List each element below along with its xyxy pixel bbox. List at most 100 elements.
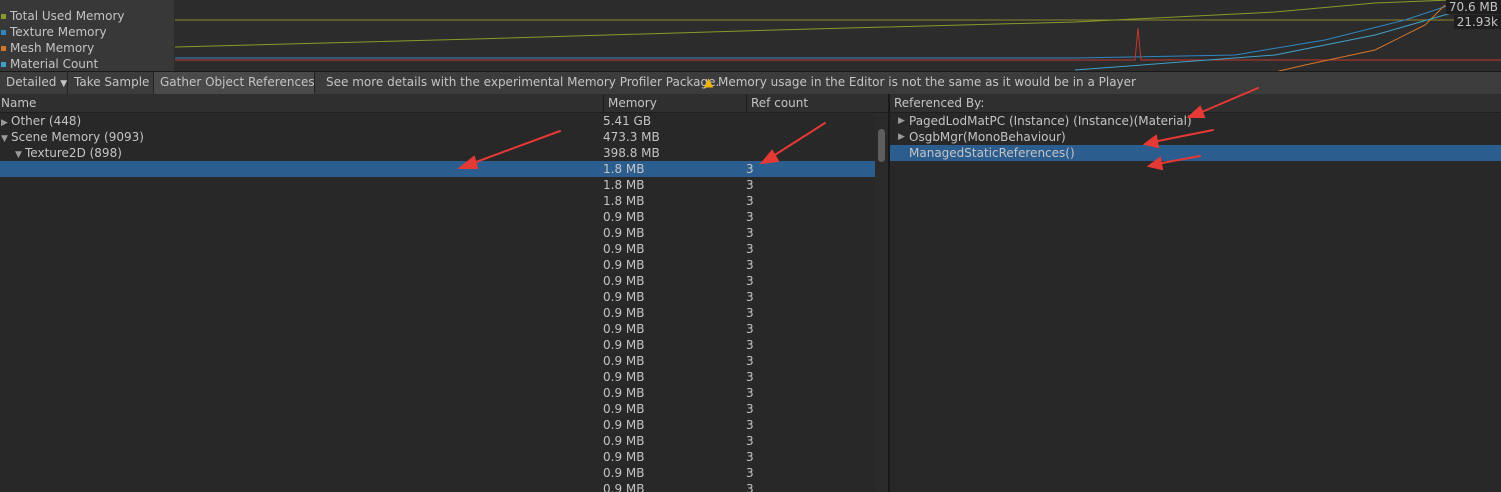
tree-object-row[interactable]: 0.9 MB 3 bbox=[0, 321, 875, 337]
row-refcount-cell: 3 bbox=[746, 466, 754, 480]
row-refcount-cell: 3 bbox=[746, 226, 754, 240]
row-refcount-cell: 3 bbox=[746, 258, 754, 272]
row-memory-cell: 1.8 MB bbox=[603, 194, 645, 208]
row-refcount-cell: 3 bbox=[746, 194, 754, 208]
row-refcount-cell: 3 bbox=[746, 338, 754, 352]
tree-object-row[interactable]: 0.9 MB 3 bbox=[0, 289, 875, 305]
row-memory-cell: 0.9 MB bbox=[603, 434, 645, 448]
row-memory-cell: 5.41 GB bbox=[603, 114, 652, 128]
legend-swatch bbox=[1, 62, 6, 67]
row-refcount-cell: 3 bbox=[746, 402, 754, 416]
tree-object-row[interactable]: 1.8 MB 3 bbox=[0, 161, 875, 177]
column-header-memory[interactable]: Memory bbox=[608, 94, 657, 112]
row-memory-cell: 0.9 MB bbox=[603, 418, 645, 432]
row-memory-cell: 0.9 MB bbox=[603, 306, 645, 320]
column-header-name[interactable]: Name bbox=[1, 94, 36, 112]
row-refcount-cell: 3 bbox=[746, 178, 754, 192]
row-memory-cell: 1.8 MB bbox=[603, 162, 645, 176]
warning-icon: ▲ bbox=[704, 75, 714, 89]
row-refcount-cell: 3 bbox=[746, 482, 754, 492]
row-memory-cell: 0.9 MB bbox=[603, 354, 645, 368]
tree-group-row[interactable]: ▶ Other (448) 5.41 GB bbox=[0, 113, 875, 129]
tree-object-row[interactable]: 0.9 MB 3 bbox=[0, 273, 875, 289]
expand-triangle-icon[interactable]: ▶ bbox=[898, 113, 908, 129]
row-memory-cell: 398.8 MB bbox=[603, 146, 660, 160]
row-memory-cell: 0.9 MB bbox=[603, 242, 645, 256]
row-refcount-cell: 3 bbox=[746, 274, 754, 288]
row-refcount-cell: 3 bbox=[746, 450, 754, 464]
row-refcount-cell: 3 bbox=[746, 370, 754, 384]
tree-group-row[interactable]: ▼ Texture2D (898) 398.8 MB bbox=[0, 145, 875, 161]
gather-object-references-toggle[interactable]: Gather Object References bbox=[154, 72, 315, 94]
referenced-by-item[interactable]: ▶ PagedLodMatPC (Instance) (Instance)(Ma… bbox=[890, 113, 1501, 129]
profiler-toolbar: Detailed ▼ Take Sample Gather Object Ref… bbox=[0, 71, 1501, 95]
scrollbar-thumb[interactable] bbox=[878, 129, 885, 162]
tree-object-row[interactable]: 0.9 MB 3 bbox=[0, 353, 875, 369]
referenced-by-label: ManagedStaticReferences() bbox=[909, 146, 1075, 160]
view-mode-dropdown[interactable]: Detailed ▼ bbox=[0, 72, 68, 94]
chart-line-total-used-memory bbox=[175, 0, 1464, 48]
referenced-by-item[interactable]: ▶ OsgbMgr(MonoBehaviour) bbox=[890, 129, 1501, 145]
editor-memory-warning: ▲ Memory usage in the Editor is not the s… bbox=[704, 72, 1142, 94]
view-mode-label: Detailed bbox=[6, 75, 57, 89]
row-memory-cell: 0.9 MB bbox=[603, 402, 645, 416]
tree-object-row[interactable]: 0.9 MB 3 bbox=[0, 417, 875, 433]
tree-object-row[interactable]: 0.9 MB 3 bbox=[0, 241, 875, 257]
column-divider[interactable] bbox=[603, 94, 604, 112]
tree-object-row[interactable]: 0.9 MB 3 bbox=[0, 337, 875, 353]
referenced-by-item-selected[interactable]: ManagedStaticReferences() bbox=[890, 145, 1501, 161]
row-memory-cell: 1.8 MB bbox=[603, 178, 645, 192]
row-memory-cell: 0.9 MB bbox=[603, 322, 645, 336]
row-memory-cell: 0.9 MB bbox=[603, 338, 645, 352]
legend-swatch bbox=[1, 46, 6, 51]
tree-object-row[interactable]: 0.9 MB 3 bbox=[0, 369, 875, 385]
tree-object-row[interactable]: 1.8 MB 3 bbox=[0, 193, 875, 209]
referenced-by-title: Referenced By: bbox=[894, 96, 985, 110]
row-refcount-cell: 3 bbox=[746, 354, 754, 368]
row-refcount-cell: 3 bbox=[746, 210, 754, 224]
row-memory-cell: 0.9 MB bbox=[603, 258, 645, 272]
row-refcount-cell: 3 bbox=[746, 290, 754, 304]
tree-object-row[interactable]: 0.9 MB 3 bbox=[0, 209, 875, 225]
tree-object-row[interactable]: 0.9 MB 3 bbox=[0, 257, 875, 273]
row-refcount-cell: 3 bbox=[746, 162, 754, 176]
row-refcount-cell: 3 bbox=[746, 242, 754, 256]
expand-triangle-icon[interactable]: ▶ bbox=[898, 129, 908, 145]
tree-object-row[interactable]: 0.9 MB 3 bbox=[0, 465, 875, 481]
memory-tree-pane: Name Memory Ref count ▶ Other (448) 5.41 G… bbox=[0, 94, 888, 492]
legend-swatch bbox=[1, 30, 6, 35]
tree-object-row[interactable]: 0.9 MB 3 bbox=[0, 449, 875, 465]
warning-text: Memory usage in the Editor is not the sa… bbox=[718, 75, 1136, 89]
memory-profiler-package-link[interactable]: See more details with the experimental M… bbox=[320, 72, 725, 94]
tree-object-row[interactable]: 0.9 MB 3 bbox=[0, 433, 875, 449]
chart-line-mesh-memory bbox=[1115, 4, 1446, 72]
legend-label: Material Count bbox=[10, 57, 99, 71]
row-name-label: Other (448) bbox=[11, 114, 82, 128]
legend-label: Texture Memory bbox=[10, 25, 107, 39]
tree-group-row[interactable]: ▼ Scene Memory (9093) 473.3 MB bbox=[0, 129, 875, 145]
row-refcount-cell: 3 bbox=[746, 418, 754, 432]
tree-object-row[interactable]: 0.9 MB 3 bbox=[0, 481, 875, 492]
tree-object-row[interactable]: 1.8 MB 3 bbox=[0, 177, 875, 193]
row-memory-cell: 0.9 MB bbox=[603, 450, 645, 464]
row-memory-cell: 0.9 MB bbox=[603, 466, 645, 480]
row-memory-cell: 0.9 MB bbox=[603, 226, 645, 240]
take-sample-button[interactable]: Take Sample bbox=[68, 72, 154, 94]
vertical-scrollbar[interactable] bbox=[875, 113, 888, 492]
caret-down-icon: ▼ bbox=[60, 79, 68, 89]
tree-object-row[interactable]: 0.9 MB 3 bbox=[0, 305, 875, 321]
row-refcount-cell: 3 bbox=[746, 306, 754, 320]
tree-object-row[interactable]: 0.9 MB 3 bbox=[0, 385, 875, 401]
row-memory-cell: 0.9 MB bbox=[603, 386, 645, 400]
column-divider[interactable] bbox=[746, 94, 747, 112]
chart-legend: Total Used Memory Texture Memory Mesh Me… bbox=[0, 0, 174, 72]
tree-object-row[interactable]: 0.9 MB 3 bbox=[0, 225, 875, 241]
chart-plot[interactable] bbox=[175, 0, 1501, 72]
row-memory-cell: 0.9 MB bbox=[603, 482, 645, 492]
column-header-ref-count[interactable]: Ref count bbox=[751, 94, 808, 112]
legend-swatch bbox=[1, 14, 6, 19]
memory-chart[interactable]: Total Used Memory Texture Memory Mesh Me… bbox=[0, 0, 1501, 72]
legend-label: Mesh Memory bbox=[10, 41, 95, 55]
tree-object-row[interactable]: 0.9 MB 3 bbox=[0, 401, 875, 417]
legend-label: Total Used Memory bbox=[10, 9, 125, 23]
